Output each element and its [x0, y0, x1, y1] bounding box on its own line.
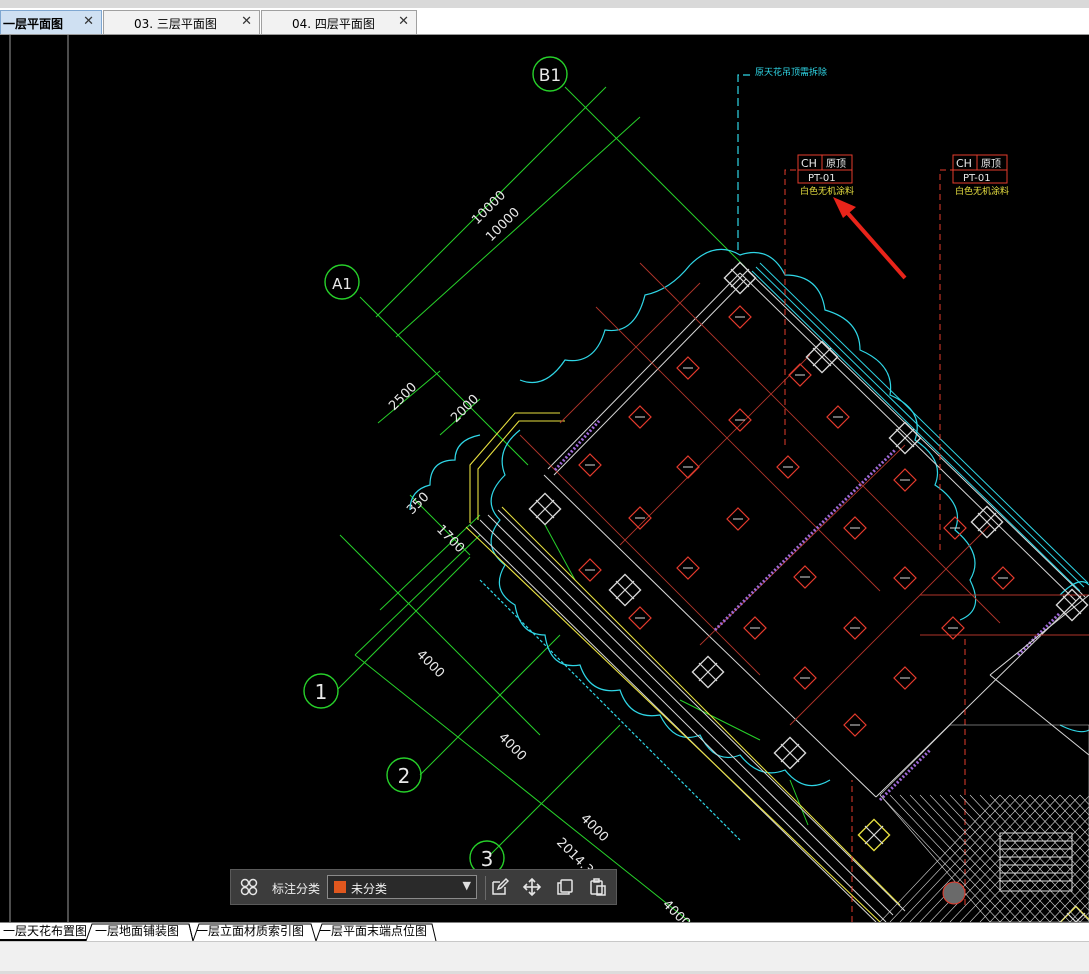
- light-fixture-symbol: [628, 405, 652, 429]
- category-value: 未分类: [351, 882, 388, 896]
- dimension-text: 4000: [495, 730, 529, 764]
- grid-icon[interactable]: [239, 877, 259, 897]
- light-fixture-symbol: [843, 713, 867, 737]
- menu-remnant: [0, 0, 1089, 8]
- dimension-text: 2000: [448, 392, 482, 426]
- light-fixture-symbol: [676, 356, 700, 380]
- grid-label: 3: [481, 847, 494, 871]
- light-fixture-symbol: [728, 408, 752, 432]
- window-lines: [465, 412, 901, 922]
- light-fixture-symbol: [843, 516, 867, 540]
- tag-ch-value: 原顶: [981, 158, 1001, 170]
- category-label: 标注分类: [272, 882, 321, 896]
- light-fixture-symbol: [743, 616, 767, 640]
- column-marker: [608, 573, 642, 607]
- hatch-area: [879, 724, 1089, 922]
- tag-pt: PT-01: [808, 173, 836, 184]
- light-fixture-symbol: [676, 556, 700, 580]
- doc-tab-1[interactable]: 一层平面图 ✕: [0, 10, 102, 34]
- light-fixture-symbol: [843, 616, 867, 640]
- light-fixture-symbol: [788, 363, 812, 387]
- tag-desc: 白色无机涂料: [955, 185, 1009, 197]
- annotation-toolbar: 标注分类 未分类 ▼: [230, 869, 617, 905]
- light-fixture-symbol: [726, 507, 750, 531]
- doc-tab-label: 一层平面图: [3, 17, 64, 31]
- stair-lines: [989, 594, 1089, 892]
- category-select[interactable]: 未分类 ▼: [327, 875, 477, 899]
- doc-tab-label: 03. 三层平面图: [134, 17, 217, 31]
- column-circle: [942, 881, 966, 905]
- light-fixture-symbol: [676, 455, 700, 479]
- light-fixture-symbol: [793, 666, 817, 690]
- light-fixture-symbol: [628, 606, 652, 630]
- status-bar: [0, 941, 1089, 974]
- toolbar-divider: [485, 876, 486, 900]
- cad-drawing: B1 A1 1 2 3 10000 10000 2500 2000 350 17…: [9, 35, 1089, 922]
- tag-pt: PT-01: [963, 173, 991, 184]
- grid-label: A1: [332, 275, 352, 293]
- grid-label: 1: [315, 680, 328, 704]
- drawing-canvas[interactable]: B1 A1 1 2 3 10000 10000 2500 2000 350 17…: [0, 35, 1089, 922]
- dimension-text: 1700: [433, 522, 467, 556]
- tag-desc: 白色无机涂料: [800, 185, 854, 197]
- track-lines: [553, 418, 1062, 802]
- grid-label: B1: [539, 66, 561, 86]
- dimension-text: 4000: [577, 811, 611, 845]
- red-arrow: [833, 197, 907, 280]
- close-icon[interactable]: ✕: [241, 14, 252, 29]
- doc-tab-2[interactable]: 03. 三层平面图 ✕: [103, 10, 260, 34]
- annotation-note: 原天花吊顶需拆除: [755, 66, 827, 78]
- document-tab-bar: 一层平面图 ✕ 03. 三层平面图 ✕ 04. 四层平面图 ✕: [0, 8, 1089, 35]
- dimension-text: 4000: [413, 647, 447, 681]
- column-marker: [857, 818, 891, 852]
- close-icon[interactable]: ✕: [398, 14, 409, 29]
- move-icon[interactable]: [522, 877, 542, 897]
- edit-icon[interactable]: [490, 877, 510, 897]
- doc-tab-3[interactable]: 04. 四层平面图 ✕: [261, 10, 417, 34]
- ceiling-grid: [519, 262, 1089, 726]
- tag-ch: CH: [956, 157, 972, 170]
- tab-separators: [85, 923, 437, 942]
- light-fixture-symbol: [793, 565, 817, 589]
- light-fixture-symbol: [991, 566, 1015, 590]
- copy-icon[interactable]: [555, 877, 575, 897]
- column-marker: [691, 655, 725, 689]
- light-fixture-symbol: [628, 506, 652, 530]
- column-marker: [773, 736, 807, 770]
- light-fixture-symbol: [893, 468, 917, 492]
- tag-ch: CH: [801, 157, 817, 170]
- tag-ch-value: 原顶: [826, 158, 846, 170]
- light-fixture-symbol: [728, 305, 752, 329]
- dimension-text: 2500: [386, 380, 420, 414]
- chevron-down-icon: ▼: [462, 879, 471, 892]
- close-icon[interactable]: ✕: [83, 14, 94, 29]
- doc-tab-label: 04. 四层平面图: [292, 17, 375, 31]
- light-fixture-symbol: [826, 405, 850, 429]
- light-fixture-symbol: [893, 666, 917, 690]
- column-marker: [805, 340, 839, 374]
- category-color-swatch: [334, 881, 346, 893]
- grid-label: 2: [398, 764, 411, 788]
- leader-line: [737, 74, 750, 250]
- layout-tab-bar: 一层天花布置图 一层地面铺装图 一层立面材质索引图 一层平面末端点位图: [0, 922, 1089, 942]
- light-fixture-symbol: [776, 455, 800, 479]
- light-fixture-symbol: [578, 558, 602, 582]
- paste-icon[interactable]: [588, 877, 608, 897]
- light-fixture-symbol: [943, 516, 967, 540]
- column-marker: [1059, 905, 1089, 922]
- light-fixture-symbol: [578, 453, 602, 477]
- column-markers: [528, 261, 1089, 922]
- column-marker: [723, 261, 757, 295]
- light-fixture-symbol: [893, 566, 917, 590]
- column-marker: [528, 492, 562, 526]
